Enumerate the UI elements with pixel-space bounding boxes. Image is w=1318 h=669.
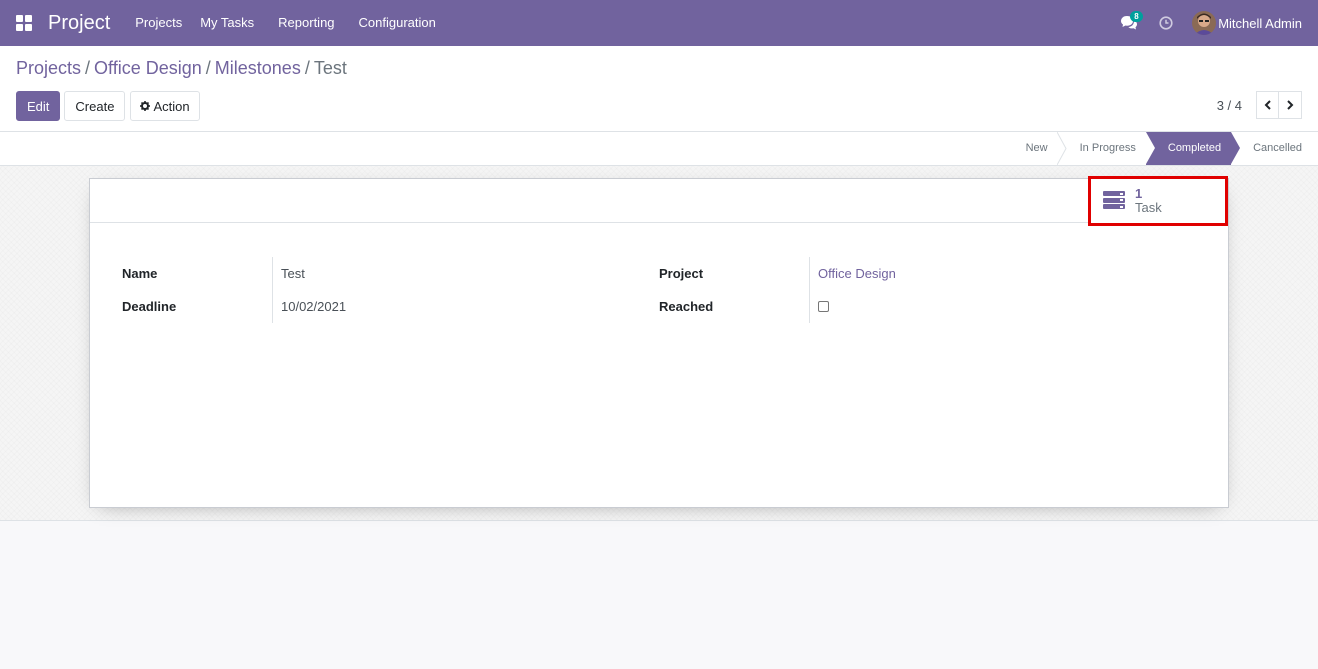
- tasks-icon: [1103, 191, 1125, 211]
- deadline-field: 10/02/2021: [272, 290, 346, 323]
- activity-menu[interactable]: [1148, 0, 1184, 46]
- right-field-group: Project Office Design Reached: [659, 257, 1179, 323]
- gear-icon: [140, 101, 151, 111]
- project-link[interactable]: Office Design: [818, 266, 896, 281]
- main-menu: Projects My Tasks Reporting Configuratio…: [126, 0, 445, 46]
- create-button[interactable]: Create: [64, 91, 126, 121]
- stage-cancelled[interactable]: Cancelled: [1231, 132, 1318, 165]
- statusbar: New In Progress Completed Cancelled: [0, 132, 1318, 166]
- app-title[interactable]: Project: [48, 12, 110, 35]
- apps-menu-icon[interactable]: [0, 0, 48, 46]
- breadcrumb-milestones[interactable]: Milestones: [215, 58, 301, 79]
- user-name: Mitchell Admin: [1218, 15, 1302, 31]
- button-box: 1 Task: [90, 176, 1228, 226]
- stage-selector: New In Progress Completed Cancelled: [1016, 132, 1318, 165]
- pager: 3 / 4: [1217, 91, 1302, 119]
- pager-value[interactable]: 3 / 4: [1217, 98, 1242, 113]
- reached-checkbox[interactable]: [818, 301, 829, 312]
- breadcrumb: Projects / Office Design / Milestones / …: [16, 58, 347, 79]
- left-field-group: Name Test Deadline 10/02/2021: [122, 257, 642, 323]
- name-label: Name: [122, 266, 158, 281]
- chevron-left-icon: [1264, 100, 1271, 110]
- tasks-smart-button[interactable]: 1 Task: [1088, 176, 1228, 226]
- stage-in-progress[interactable]: In Progress: [1056, 132, 1146, 165]
- stage-in-progress-label: In Progress: [1079, 142, 1136, 154]
- breadcrumb-office-design[interactable]: Office Design: [94, 58, 202, 79]
- clock-icon: [1159, 16, 1173, 30]
- name-field: Test: [272, 257, 305, 290]
- action-button[interactable]: Action: [130, 91, 200, 121]
- breadcrumb-projects[interactable]: Projects: [16, 58, 81, 79]
- breadcrumb-current: Test: [313, 58, 347, 78]
- pager-previous-button[interactable]: [1256, 91, 1279, 119]
- messages-count-badge: 8: [1130, 11, 1143, 22]
- menu-item-my-tasks[interactable]: My Tasks: [191, 0, 263, 46]
- stage-new[interactable]: New: [1016, 132, 1058, 165]
- top-navbar: Project Projects My Tasks Reporting Conf…: [0, 0, 1318, 46]
- menu-item-reporting[interactable]: Reporting: [269, 0, 343, 46]
- menu-item-projects[interactable]: Projects: [126, 0, 191, 46]
- project-label: Project: [659, 266, 704, 281]
- menu-item-configuration[interactable]: Configuration: [350, 0, 445, 46]
- user-menu[interactable]: Mitchell Admin: [1192, 11, 1302, 35]
- reached-label: Reached: [659, 299, 714, 314]
- action-button-label: Action: [153, 98, 190, 114]
- messaging-menu[interactable]: 8: [1110, 0, 1148, 46]
- edit-button[interactable]: Edit: [16, 91, 61, 121]
- avatar: [1192, 11, 1217, 35]
- form-sheet: 1 Task Name Test Deadline 10/02/2021 Pro…: [89, 176, 1229, 508]
- pager-next-button[interactable]: [1279, 91, 1302, 119]
- deadline-label: Deadline: [122, 299, 177, 314]
- tasks-count: 1: [1135, 186, 1143, 201]
- chevron-right-icon: [1287, 100, 1294, 110]
- tasks-label: Task: [1135, 200, 1162, 215]
- control-panel: Projects / Office Design / Milestones / …: [0, 46, 1318, 132]
- stage-completed[interactable]: Completed: [1145, 132, 1241, 165]
